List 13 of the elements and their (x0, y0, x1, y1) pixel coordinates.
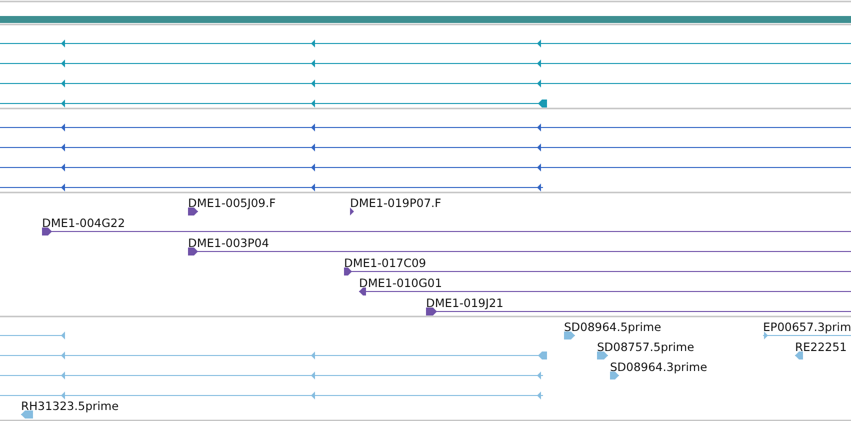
feature-label: DME1-005J09.F (188, 196, 276, 210)
feature-label: DME1-003P04 (188, 236, 270, 250)
feature-label: SD08757.5prime (597, 340, 694, 354)
feature-label: SD08964.5prime (564, 320, 662, 334)
feature-label: DME1-017C09 (344, 256, 426, 270)
feature-label: RH31323.5prime (21, 399, 119, 413)
feature-label: DME1-019J21 (426, 296, 504, 310)
feature-label: DME1-010G01 (359, 276, 442, 290)
feature-label: SD08964.3prime (610, 360, 708, 374)
feature-label: DME1-019P07.F (350, 196, 442, 210)
feature-label: DME1-004G22 (42, 216, 126, 230)
feature-label: RE22251 (795, 340, 847, 354)
feature-label: EP00657.3prim (763, 320, 851, 334)
